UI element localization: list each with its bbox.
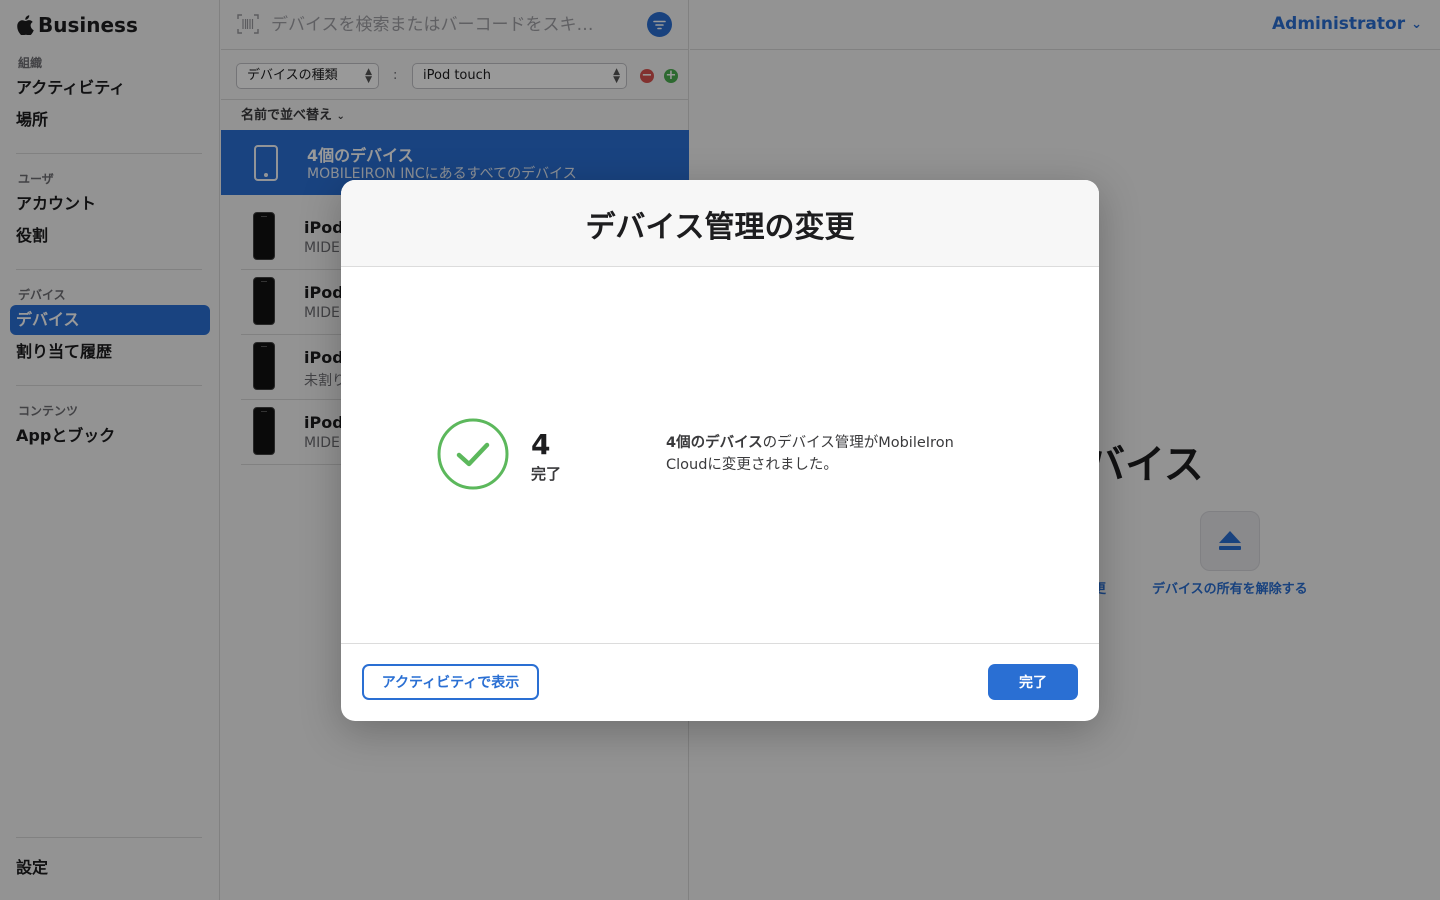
change-management-dialog: デバイス管理の変更 4 完了 4個のデバイスのデバイス管理がMobileIron… <box>341 180 1099 721</box>
result-message: 4個のデバイスのデバイス管理がMobileIron Cloudに変更されました。 <box>666 432 976 476</box>
dialog-title: デバイス管理の変更 <box>585 210 855 245</box>
success-check-icon <box>437 418 509 490</box>
dialog-footer: アクティビティで表示 完了 <box>341 643 1099 721</box>
completed-label: 完了 <box>531 465 562 483</box>
dialog-header: デバイス管理の変更 <box>341 180 1099 267</box>
completed-count: 4 <box>531 428 551 461</box>
result-message-devices: 4個のデバイス <box>666 435 763 451</box>
view-in-activity-button[interactable]: アクティビティで表示 <box>362 664 539 700</box>
done-button[interactable]: 完了 <box>988 664 1078 700</box>
